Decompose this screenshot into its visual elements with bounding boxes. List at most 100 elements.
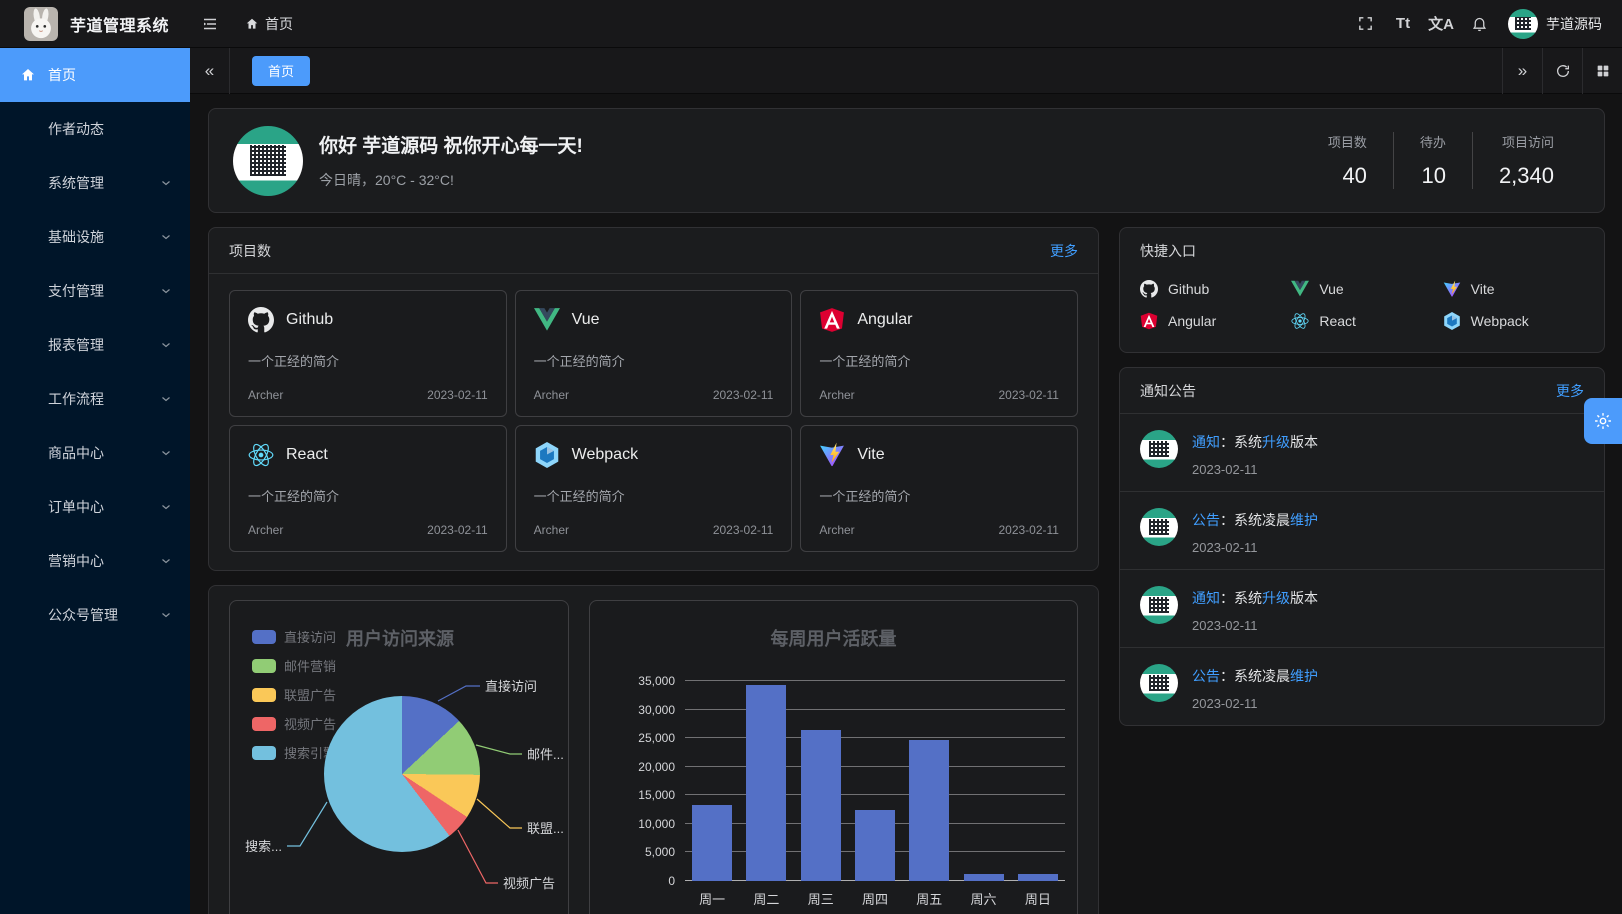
tab-bar: « 首页 » xyxy=(190,48,1622,94)
project-description: 一个正经的简介 xyxy=(819,486,1059,505)
quick-link-angular[interactable]: Angular xyxy=(1140,312,1281,330)
x-axis-label: 周一 xyxy=(692,889,732,908)
project-date: 2023-02-11 xyxy=(998,523,1059,537)
sidebar-item-label: 订单中心 xyxy=(48,497,160,517)
sidebar-item[interactable]: 作者动态 xyxy=(0,102,190,156)
settings-button[interactable] xyxy=(1584,398,1622,444)
project-author: Archer xyxy=(819,523,854,537)
quick-link-github[interactable]: Github xyxy=(1140,280,1281,298)
bar xyxy=(692,805,732,881)
svg-text:邮件...: 邮件... xyxy=(527,747,564,762)
project-date: 2023-02-11 xyxy=(713,388,774,402)
stat-item: 待办10 xyxy=(1393,132,1472,189)
projects-panel: 项目数 更多 Github一个正经的简介Archer2023-02-11Vue一… xyxy=(208,227,1099,571)
notice-item[interactable]: 公告：系统凌晨维护2023-02-11 xyxy=(1120,491,1604,569)
notice-avatar xyxy=(1140,664,1178,702)
y-axis-tick: 15,000 xyxy=(638,788,675,802)
sidebar: 首页作者动态系统管理基础设施支付管理报表管理工作流程商品中心订单中心营销中心公众… xyxy=(0,48,190,914)
project-card-webpack[interactable]: Webpack一个正经的简介Archer2023-02-11 xyxy=(515,425,793,552)
project-date: 2023-02-11 xyxy=(427,388,488,402)
notification-bell-icon[interactable] xyxy=(1460,0,1498,48)
profile-avatar xyxy=(233,126,303,196)
sidebar-item[interactable]: 订单中心 xyxy=(0,480,190,534)
bar-chart-title: 每周用户活跃量 xyxy=(590,625,1077,651)
panel-title: 通知公告 xyxy=(1140,381,1196,401)
notice-item[interactable]: 通知：系统升级版本2023-02-11 xyxy=(1120,569,1604,647)
header-tools: Tt 文A 芋道源码 xyxy=(1346,0,1622,48)
quick-link-vite[interactable]: Vite xyxy=(1443,280,1584,298)
fullscreen-icon[interactable] xyxy=(1346,0,1384,48)
bar xyxy=(801,730,841,881)
notice-avatar xyxy=(1140,508,1178,546)
x-axis-label: 周日 xyxy=(1018,889,1058,908)
font-size-icon[interactable]: Tt xyxy=(1384,0,1422,48)
sidebar-item-label: 作者动态 xyxy=(48,119,172,139)
quick-link-react[interactable]: React xyxy=(1291,312,1432,330)
notices-more-link[interactable]: 更多 xyxy=(1556,381,1584,401)
quick-link-label: Github xyxy=(1168,281,1209,297)
project-description: 一个正经的简介 xyxy=(534,351,774,370)
webpack-icon xyxy=(1443,312,1461,330)
project-description: 一个正经的简介 xyxy=(248,486,488,505)
sidebar-item[interactable]: 营销中心 xyxy=(0,534,190,588)
project-card-vue[interactable]: Vue一个正经的简介Archer2023-02-11 xyxy=(515,290,793,417)
weather-text: 今日晴，20°C - 32°C! xyxy=(319,170,583,190)
notice-item[interactable]: 通知：系统升级版本2023-02-11 xyxy=(1120,414,1604,491)
notice-avatar xyxy=(1140,430,1178,468)
layout-grid-icon[interactable] xyxy=(1582,48,1622,94)
collapse-menu-icon[interactable] xyxy=(201,15,219,33)
github-icon xyxy=(1140,280,1158,298)
project-name: Github xyxy=(286,311,333,329)
chevron-down-icon xyxy=(160,501,172,513)
app-root: 芋道管理系统 首页 Tt 文A 芋道源码 xyxy=(0,0,1622,914)
app-logo xyxy=(24,7,58,41)
welcome-card: 你好 芋道源码 祝你开心每一天! 今日晴，20°C - 32°C! 项目数40待… xyxy=(208,108,1605,213)
project-author: Archer xyxy=(534,388,569,402)
quick-entry-panel: 快捷入口 GithubVueViteAngularReactWebpack xyxy=(1119,227,1605,353)
notice-date: 2023-02-11 xyxy=(1192,696,1318,711)
projects-more-link[interactable]: 更多 xyxy=(1050,241,1078,261)
quick-link-webpack[interactable]: Webpack xyxy=(1443,312,1584,330)
github-icon xyxy=(248,307,274,333)
vue-icon xyxy=(534,307,560,333)
project-card-angular[interactable]: Angular一个正经的简介Archer2023-02-11 xyxy=(800,290,1078,417)
breadcrumb[interactable]: 首页 xyxy=(245,14,293,34)
sidebar-item-label: 首页 xyxy=(48,65,172,85)
project-name: Angular xyxy=(857,311,912,329)
sidebar-item-label: 商品中心 xyxy=(48,443,160,463)
project-card-react[interactable]: React一个正经的简介Archer2023-02-11 xyxy=(229,425,507,552)
sidebar-item[interactable]: 公众号管理 xyxy=(0,588,190,642)
sidebar-item[interactable]: 基础设施 xyxy=(0,210,190,264)
project-card-vite[interactable]: Vite一个正经的简介Archer2023-02-11 xyxy=(800,425,1078,552)
tabs-scroll-left-button[interactable]: « xyxy=(190,48,230,94)
sidebar-item[interactable]: 支付管理 xyxy=(0,264,190,318)
quick-link-label: Webpack xyxy=(1471,313,1529,329)
notice-avatar xyxy=(1140,586,1178,624)
sidebar-item[interactable]: 工作流程 xyxy=(0,372,190,426)
project-date: 2023-02-11 xyxy=(713,523,774,537)
sidebar-item[interactable]: 首页 xyxy=(0,48,190,102)
quick-link-label: Vite xyxy=(1471,281,1495,297)
x-axis-label: 周六 xyxy=(964,889,1004,908)
chevron-down-icon xyxy=(160,339,172,351)
sidebar-item[interactable]: 报表管理 xyxy=(0,318,190,372)
notice-date: 2023-02-11 xyxy=(1192,540,1318,555)
tab-首页[interactable]: 首页 xyxy=(252,56,310,86)
sidebar-item[interactable]: 系统管理 xyxy=(0,156,190,210)
locale-icon[interactable]: 文A xyxy=(1422,0,1460,48)
x-axis-label: 周五 xyxy=(909,889,949,908)
sidebar-item[interactable]: 商品中心 xyxy=(0,426,190,480)
tabs-scroll-right-button[interactable]: » xyxy=(1502,48,1542,94)
stat-value: 2,340 xyxy=(1499,163,1554,189)
quick-link-label: Vue xyxy=(1319,281,1343,297)
y-axis-tick: 10,000 xyxy=(638,817,675,831)
chevron-down-icon xyxy=(160,447,172,459)
quick-link-vue[interactable]: Vue xyxy=(1291,280,1432,298)
open-tabs: 首页 xyxy=(230,48,1502,94)
stat-label: 项目数 xyxy=(1328,132,1367,151)
project-card-github[interactable]: Github一个正经的简介Archer2023-02-11 xyxy=(229,290,507,417)
refresh-tab-button[interactable] xyxy=(1542,48,1582,94)
bar-chart: 05,00010,00015,00020,00025,00030,00035,0… xyxy=(685,681,1065,881)
user-menu[interactable]: 芋道源码 xyxy=(1508,9,1602,39)
notice-item[interactable]: 公告：系统凌晨维护2023-02-11 xyxy=(1120,647,1604,725)
